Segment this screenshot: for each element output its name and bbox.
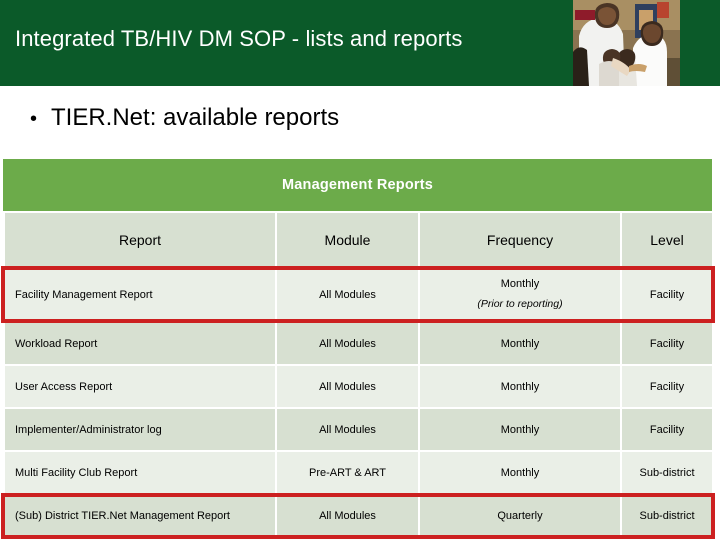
cell-level: Sub-district	[620, 493, 714, 538]
cell-frequency: Monthly	[418, 407, 622, 452]
table-title-band: Management Reports	[3, 159, 712, 211]
cell-level: Facility	[620, 364, 714, 409]
cell-level: Facility	[620, 321, 714, 366]
cell-report: Facility Management Report	[3, 266, 277, 323]
cell-frequency: Monthly	[418, 321, 622, 366]
table-row: (Sub) District TIER.Net Management Repor…	[3, 493, 714, 538]
cell-report: (Sub) District TIER.Net Management Repor…	[3, 493, 277, 538]
cell-report: Workload Report	[3, 321, 277, 366]
table-row: Facility Management Report All Modules M…	[3, 266, 714, 323]
cell-frequency: Monthly	[418, 364, 622, 409]
cell-level: Facility	[620, 407, 714, 452]
slide-header-band: Integrated TB/HIV DM SOP - lists and rep…	[0, 0, 720, 86]
cell-module: Pre-ART & ART	[275, 450, 420, 495]
cell-frequency-main: Monthly	[500, 278, 540, 291]
column-header-frequency: Frequency	[418, 211, 622, 268]
bullet-text: TIER.Net: available reports	[51, 104, 340, 131]
cell-module: All Modules	[275, 493, 420, 538]
cell-module: All Modules	[275, 266, 420, 323]
table-row: Workload Report All Modules Monthly Faci…	[3, 321, 714, 366]
cell-level: Facility	[620, 266, 714, 323]
cell-frequency-note: (Prior to reporting)	[477, 298, 563, 311]
list-item: • TIER.Net: available reports	[30, 104, 339, 132]
table-row: Multi Facility Club Report Pre-ART & ART…	[3, 450, 714, 495]
cell-level: Sub-district	[620, 450, 714, 495]
header-photo	[573, 0, 680, 86]
cell-module: All Modules	[275, 407, 420, 452]
clinic-photo-illustration	[573, 0, 680, 86]
column-header-report: Report	[3, 211, 277, 268]
table-row: Implementer/Administrator log All Module…	[3, 407, 714, 452]
cell-frequency: Monthly (Prior to reporting)	[418, 266, 622, 323]
management-reports-table: Report Module Frequency Level Facility M…	[3, 211, 714, 538]
cell-frequency: Monthly	[418, 450, 622, 495]
column-header-level: Level	[620, 211, 714, 268]
table-row: User Access Report All Modules Monthly F…	[3, 364, 714, 409]
bullet-marker-icon: •	[30, 108, 38, 130]
cell-module: All Modules	[275, 321, 420, 366]
table-header-row: Report Module Frequency Level	[3, 211, 714, 268]
bullet-content-area: • TIER.Net: available reports	[0, 86, 720, 159]
page-title: Integrated TB/HIV DM SOP - lists and rep…	[15, 26, 463, 51]
cell-report: User Access Report	[3, 364, 277, 409]
column-header-module: Module	[275, 211, 420, 268]
cell-report: Multi Facility Club Report	[3, 450, 277, 495]
table-title: Management Reports	[281, 177, 434, 193]
cell-module: All Modules	[275, 364, 420, 409]
cell-report: Implementer/Administrator log	[3, 407, 277, 452]
reports-table-container: Management Reports Report Module Frequen…	[3, 159, 714, 538]
cell-frequency: Quarterly	[418, 493, 622, 538]
